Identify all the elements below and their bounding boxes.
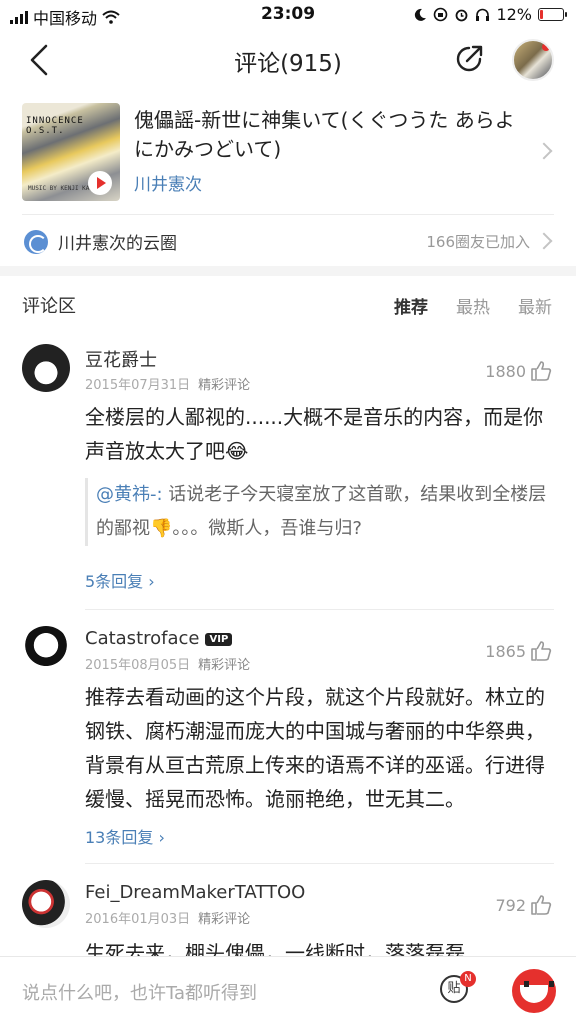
vip-badge: VIP [205,632,233,646]
comment-meta: 2016年01月03日 精彩评论 [85,908,250,927]
tab-recommended[interactable]: 推荐 [394,293,428,318]
song-card[interactable]: INNOCENCE O.S.T. MUSIC BY KENJI KAWAI 傀儡… [0,100,576,204]
thumbs-up-icon [531,641,552,661]
like-button[interactable]: 792 [495,894,552,916]
orientation-lock-icon [434,7,448,22]
comment-meta: 2015年07月31日 精彩评论 [85,374,250,393]
comment-date: 2016年01月03日 [85,912,191,927]
battery-icon [538,8,567,21]
share-icon[interactable] [452,42,486,76]
battery-percent: 12% [496,5,532,24]
quoted-comment: @黄祎-: 话说老子今天寝室放了这首歌，结果收到全楼层的鄙视👎。。。微斯人，吾谁… [85,478,555,546]
chevron-right-icon [535,232,553,250]
like-button[interactable]: 1865 [485,640,552,662]
quoted-user-link[interactable]: @黄祎-: [96,484,163,505]
headphones-icon [476,8,490,21]
comment-item: Catastroface VIP 2015年08月05日 精彩评论 1865 推荐去… [0,610,576,864]
cover-title: INNOCENCE O.S.T. [26,116,84,136]
playing-avatar[interactable] [512,39,554,81]
section-divider [0,266,576,276]
comment-section-header: 评论区 推荐 最热 最新 [0,276,576,332]
comment-tag: 精彩评论 [198,378,251,393]
post-label: 贴 [447,981,461,996]
status-bar: 中国移动 23:09 12% [0,0,576,30]
alarm-icon [456,9,468,22]
like-count: 1880 [485,361,526,381]
page-title: 评论(915) [234,51,342,77]
circle-row[interactable]: 川井憲次的云圈 166圈友已加入 [22,214,554,266]
mascot-icon[interactable] [512,969,556,1013]
avatar[interactable] [22,626,70,674]
section-title: 评论区 [22,296,76,317]
quoted-text: 话说老子今天寝室放了这首歌，结果收到全楼层的鄙视👎。。。微斯人，吾谁与归? [96,484,547,539]
tab-newest[interactable]: 最新 [518,293,552,318]
nav-bar: 评论(915) [0,30,576,90]
tab-hottest[interactable]: 最热 [456,293,490,318]
comment-username[interactable]: Fei_DreamMakerTATTOO [85,882,305,903]
comment-meta: 2015年08月05日 精彩评论 [85,654,250,673]
album-cover[interactable]: INNOCENCE O.S.T. MUSIC BY KENJI KAWAI [22,103,120,201]
comment-text: 推荐去看动画的这个片段，就这个片段就好。林立的钢铁、腐朽潮湿而庞大的中国城与奢丽… [85,685,545,811]
sort-tabs: 推荐 最热 最新 [394,293,552,318]
comment-text: 全楼层的人鄙视的......大概不是音乐的内容，而是你声音放太大了吧😂 [85,405,544,463]
notification-badge: N [460,971,476,987]
comment-tag: 精彩评论 [198,912,251,927]
chevron-right-icon [535,142,553,160]
status-right: 12% [413,5,567,24]
comment-username[interactable]: Catastroface VIP [85,628,233,649]
avatar[interactable] [22,344,70,392]
circle-name: 川井憲次的云圈 [58,234,177,254]
moon-icon [415,8,427,21]
cloud-circle-icon [24,230,48,254]
comment-tag: 精彩评论 [198,658,251,673]
thumbs-up-icon [531,361,552,381]
like-count: 792 [495,895,526,915]
comment-date: 2015年08月05日 [85,658,191,673]
replies-link[interactable]: 5条回复 › [85,568,155,592]
like-button[interactable]: 1880 [485,360,552,382]
circle-member-count: 166圈友已加入 [426,233,530,251]
comment-username-text: Catastroface [85,628,200,649]
comment-date: 2015年07月31日 [85,378,191,393]
artist-link[interactable]: 川井憲次 [134,170,202,195]
song-title: 傀儡謡-新世に神集いて(くぐつうた あらよにかみつどいて) [134,108,515,161]
comment-text: 生死去来，棚头傀儡，一线断时，落落磊磊 [85,941,465,956]
comment-item: Fei_DreamMakerTATTOO 2016年01月03日 精彩评论 792… [0,864,576,956]
comment-item: 豆花爵士 2015年07月31日 精彩评论 1880 全楼层的人鄙视的......… [0,332,576,610]
avatar[interactable] [22,880,70,928]
comment-username[interactable]: 豆花爵士 [85,346,157,372]
like-count: 1865 [485,641,526,661]
post-button[interactable]: 贴 N [440,971,476,1003]
comment-input-bar: 说点什么吧，也许Ta都听得到 贴 N [0,956,576,1024]
comment-input[interactable]: 说点什么吧，也许Ta都听得到 [22,979,257,1005]
thumbs-up-icon [531,895,552,915]
replies-link[interactable]: 13条回复 › [85,824,165,848]
play-icon[interactable] [88,171,112,195]
